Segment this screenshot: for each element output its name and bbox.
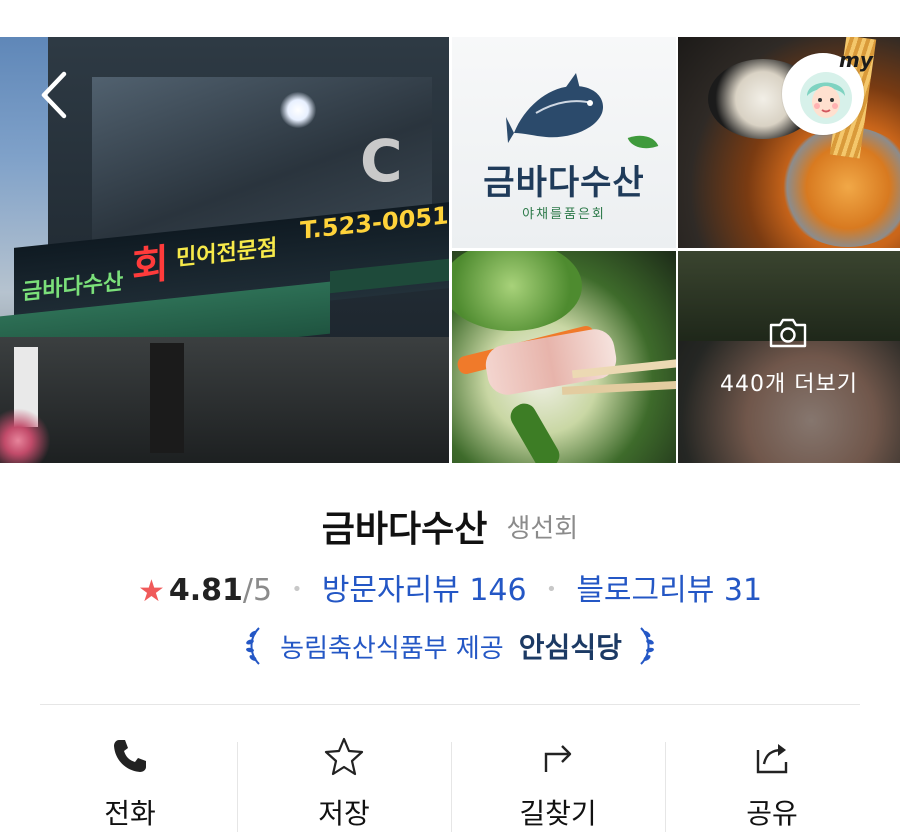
lettuce xyxy=(452,251,582,331)
directions-label: 길찾기 xyxy=(519,797,597,830)
rating-row: ★ 4.81/5 • 방문자리뷰 146 • 블로그리뷰 31 xyxy=(0,565,900,609)
share-label: 공유 xyxy=(746,797,798,830)
leaf-icon xyxy=(627,129,659,155)
save-label: 저장 xyxy=(318,797,370,830)
phone-icon xyxy=(114,740,146,772)
flower-stand xyxy=(0,407,60,463)
safe-restaurant-certification[interactable]: 농림축산식품부 제공 안심식당 xyxy=(0,624,900,668)
rating-star-icon: ★ xyxy=(137,574,165,609)
logo-name: 금바다수산 xyxy=(483,163,645,203)
store-front xyxy=(0,337,449,463)
share-button[interactable]: 공유 xyxy=(666,706,878,832)
star-icon xyxy=(324,737,364,776)
fish-logo-icon xyxy=(506,73,604,143)
camera-icon xyxy=(769,318,807,348)
cert-provider: 농림축산식품부 제공 xyxy=(280,633,504,664)
sashimi-photo[interactable] xyxy=(452,251,676,463)
logo-slogan: 야채를품은회 xyxy=(522,207,606,222)
place-name: 금바다수산 xyxy=(321,509,488,550)
place-category: 생선회 xyxy=(506,513,579,544)
more-photos-tile[interactable]: 440개 더보기 xyxy=(678,251,900,463)
laurel-left-icon xyxy=(246,627,260,665)
blog-review-link[interactable]: 블로그리뷰 31 xyxy=(576,573,762,608)
cert-badge: 안심식당 xyxy=(518,631,622,664)
rating-score: 4.81 xyxy=(168,573,243,608)
sign-hoe: 회 xyxy=(132,241,169,291)
vertical-banner xyxy=(150,343,184,453)
my-avatar-button[interactable]: my xyxy=(782,48,873,135)
directions-icon xyxy=(544,745,572,772)
laurel-right-icon xyxy=(640,627,654,665)
place-title-row: 금바다수산 생선회 xyxy=(0,500,900,552)
share-icon xyxy=(756,744,788,774)
call-button[interactable]: 전화 xyxy=(24,706,236,832)
logo-photo[interactable]: 금바다수산 야채를품은회 xyxy=(452,37,676,248)
my-label: my xyxy=(839,48,873,72)
photo-gallery: C 금바다수산 회 민어전문점 T.523-0051 금바다수산 야채를품은회 xyxy=(0,37,900,463)
back-icon[interactable] xyxy=(36,70,76,120)
action-bar: 전화 저장 길찾기 공유 xyxy=(0,706,900,832)
green-pepper xyxy=(506,399,564,463)
section-divider xyxy=(40,704,860,705)
call-label: 전화 xyxy=(104,797,156,830)
avatar-face-icon xyxy=(800,72,852,124)
sun-glare xyxy=(280,92,316,128)
dim-overlay xyxy=(678,251,900,463)
save-button[interactable]: 저장 xyxy=(238,706,450,832)
separator-dot: • xyxy=(291,579,303,600)
rating-max: /5 xyxy=(242,573,273,608)
more-photos-label: 440개 더보기 xyxy=(720,372,858,397)
directions-button[interactable]: 길찾기 xyxy=(452,706,664,832)
separator-dot: • xyxy=(546,579,557,600)
visitor-review-link[interactable]: 방문자리뷰 146 xyxy=(322,573,527,608)
building-letter: C xyxy=(360,127,407,195)
